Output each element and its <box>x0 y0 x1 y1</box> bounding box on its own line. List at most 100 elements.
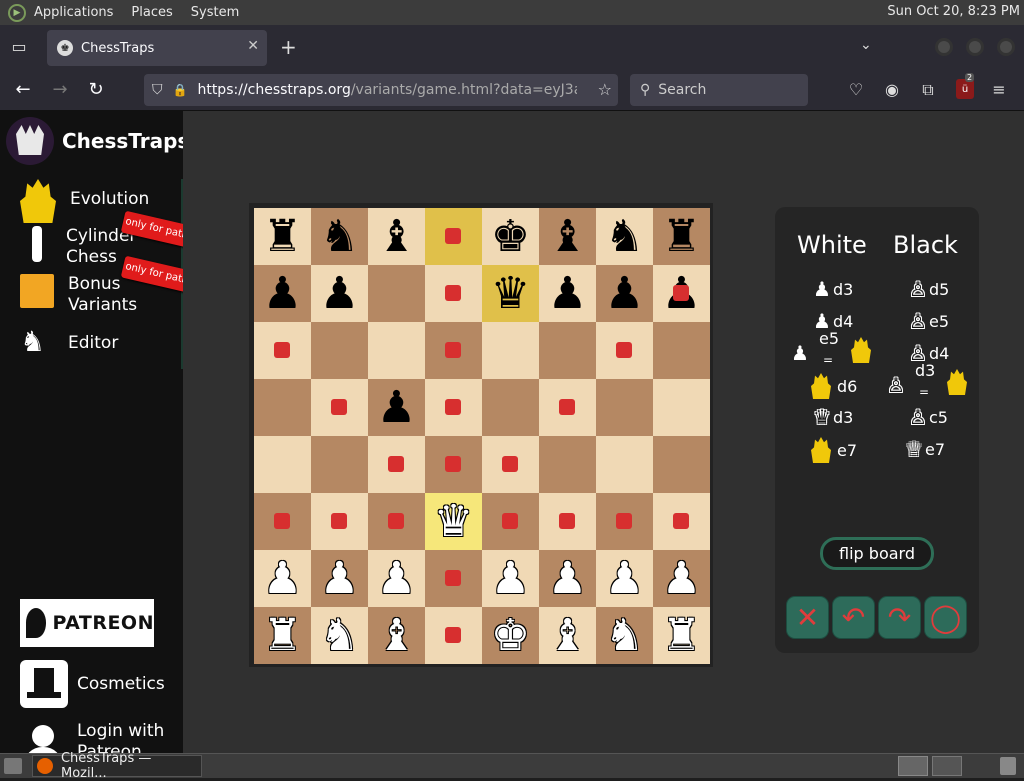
board-square[interactable]: ♞ <box>311 208 368 265</box>
lock-icon[interactable]: 🔒 <box>173 83 188 97</box>
board-square[interactable] <box>311 379 368 436</box>
flip-board-button[interactable]: flip board <box>820 537 934 570</box>
board-square[interactable]: ♚ <box>482 607 539 664</box>
white-bishop-icon[interactable]: ♝ <box>377 607 416 664</box>
move-target-marker[interactable] <box>616 513 632 529</box>
menu-applications[interactable]: Applications <box>34 5 113 20</box>
board-square[interactable]: ♜ <box>254 208 311 265</box>
ublock-origin-icon[interactable]: ü2 <box>956 73 975 99</box>
move-target-marker[interactable] <box>502 513 518 529</box>
pocket-icon[interactable]: ♡ <box>845 80 867 99</box>
board-square[interactable]: ♚ <box>482 208 539 265</box>
close-tab-icon[interactable]: ✕ <box>247 38 259 54</box>
extensions-icon[interactable]: ⧉ <box>917 80 939 100</box>
move-target-marker[interactable] <box>445 456 461 472</box>
white-knight-icon[interactable]: ♞ <box>605 607 644 664</box>
sidebar-item-cylinder-chess[interactable]: Cylinder Chess <box>20 226 136 268</box>
move-target-marker[interactable] <box>274 513 290 529</box>
move-target-marker[interactable] <box>559 513 575 529</box>
board-square[interactable] <box>254 322 311 379</box>
cosmetics-link[interactable]: Cosmetics <box>20 660 165 708</box>
board-square[interactable]: ♟ <box>311 550 368 607</box>
black-rook-icon[interactable]: ♜ <box>263 208 302 265</box>
board-square[interactable]: ♛ <box>425 493 482 550</box>
workspace-2-button[interactable] <box>932 756 962 776</box>
board-square[interactable] <box>539 322 596 379</box>
search-box[interactable]: ⚲ Search <box>630 74 808 106</box>
move-target-marker[interactable] <box>673 285 689 301</box>
board-square[interactable] <box>254 379 311 436</box>
board-square[interactable]: ♞ <box>311 607 368 664</box>
url-text[interactable]: https://chesstraps.org/variants/game.htm… <box>197 82 577 98</box>
patreon-button[interactable]: PATREON <box>20 599 154 647</box>
trash-icon[interactable] <box>1000 757 1016 775</box>
white-pawn-icon[interactable]: ♟ <box>662 550 701 607</box>
black-move[interactable]: ♙ d5 <box>907 277 949 301</box>
board-square[interactable]: ♟ <box>254 265 311 322</box>
forward-arrow-icon[interactable]: → <box>49 79 71 100</box>
board-square[interactable] <box>425 208 482 265</box>
board-square[interactable] <box>482 493 539 550</box>
board-square[interactable] <box>596 493 653 550</box>
black-move[interactable]: ♙ e5 <box>907 309 949 333</box>
url-bar[interactable]: ⛉ 🔒 https://chesstraps.org/variants/game… <box>144 74 618 106</box>
board-square[interactable] <box>653 379 710 436</box>
board-square[interactable] <box>539 493 596 550</box>
white-king-icon[interactable]: ♚ <box>491 607 530 664</box>
board-square[interactable] <box>368 322 425 379</box>
board-square[interactable] <box>425 607 482 664</box>
board-square[interactable]: ♟ <box>368 379 425 436</box>
board-square[interactable] <box>311 493 368 550</box>
board-square[interactable] <box>425 265 482 322</box>
board-square[interactable]: ♞ <box>596 607 653 664</box>
white-queen-icon[interactable]: ♛ <box>434 493 473 550</box>
white-rook-icon[interactable]: ♜ <box>263 607 302 664</box>
black-move-promotion[interactable]: ♙ d3 = <box>885 361 971 401</box>
shield-icon[interactable]: ⛉ <box>152 82 163 98</box>
reload-icon[interactable]: ↻ <box>85 79 107 100</box>
board-square[interactable]: ♝ <box>368 208 425 265</box>
board-square[interactable] <box>653 493 710 550</box>
black-knight-icon[interactable]: ♞ <box>320 208 359 265</box>
board-square[interactable]: ♞ <box>596 208 653 265</box>
black-queen-icon[interactable]: ♛ <box>491 265 530 322</box>
white-pawn-icon[interactable]: ♟ <box>491 550 530 607</box>
black-pawn-icon[interactable]: ♟ <box>377 379 416 436</box>
board-square[interactable] <box>653 322 710 379</box>
board-square[interactable] <box>596 379 653 436</box>
white-move[interactable]: d6 <box>811 373 857 399</box>
redo-button[interactable]: ↷ <box>878 596 921 639</box>
white-pawn-icon[interactable]: ♟ <box>320 550 359 607</box>
black-move[interactable]: ♕ e7 <box>903 437 945 461</box>
app-menu-icon[interactable]: ≡ <box>988 80 1010 99</box>
board-square[interactable] <box>254 436 311 493</box>
move-target-marker[interactable] <box>445 570 461 586</box>
close-window-button[interactable] <box>997 38 1015 56</box>
move-target-marker[interactable] <box>502 456 518 472</box>
white-pawn-icon[interactable]: ♟ <box>605 550 644 607</box>
board-square[interactable]: ♜ <box>254 607 311 664</box>
white-pawn-icon[interactable]: ♟ <box>263 550 302 607</box>
move-target-marker[interactable] <box>331 399 347 415</box>
black-rook-icon[interactable]: ♜ <box>662 208 701 265</box>
move-target-marker[interactable] <box>616 342 632 358</box>
menu-places[interactable]: Places <box>131 5 172 20</box>
board-square[interactable]: ♟ <box>596 265 653 322</box>
board-square[interactable] <box>425 436 482 493</box>
board-square[interactable]: ♟ <box>254 550 311 607</box>
white-knight-icon[interactable]: ♞ <box>320 607 359 664</box>
board-square[interactable] <box>368 265 425 322</box>
white-move[interactable]: ♛ d3 <box>811 405 853 429</box>
taskbar-firefox-window[interactable]: ChessTraps — Mozil... <box>32 751 202 781</box>
board-square[interactable]: ♟ <box>482 550 539 607</box>
board-square[interactable]: ♝ <box>368 607 425 664</box>
board-square[interactable]: ♟ <box>653 550 710 607</box>
white-move[interactable]: e7 <box>811 437 857 463</box>
board-square[interactable]: ♟ <box>596 550 653 607</box>
move-target-marker[interactable] <box>559 399 575 415</box>
move-target-marker[interactable] <box>445 627 461 643</box>
board-square[interactable] <box>539 436 596 493</box>
black-bishop-icon[interactable]: ♝ <box>377 208 416 265</box>
board-square[interactable]: ♜ <box>653 607 710 664</box>
board-square[interactable] <box>425 550 482 607</box>
